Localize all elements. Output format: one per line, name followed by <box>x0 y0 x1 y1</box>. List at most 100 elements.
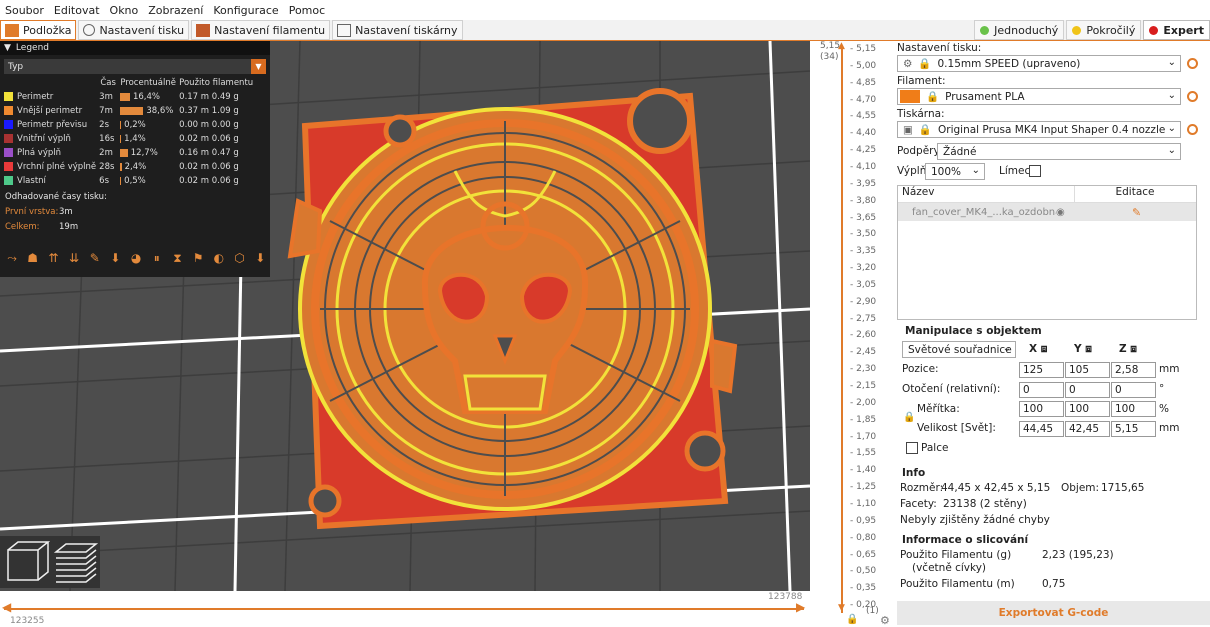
menu-edit[interactable]: Editovat <box>49 4 105 17</box>
mode-simple[interactable]: Jednoduchý <box>974 20 1065 40</box>
legend-row[interactable]: Vnější perimetr 7m 38,6% 0.37 m 1.09 g <box>4 104 256 118</box>
filament-value: Prusament PLA <box>945 90 1025 103</box>
position-y-input[interactable]: 105 <box>1065 362 1110 378</box>
horizontal-slider[interactable]: ◀ ▶ 123255 123788 <box>0 591 838 626</box>
legend-row-len: 0.16 m <box>179 148 210 158</box>
printer-edit-icon[interactable] <box>1187 124 1198 135</box>
coordinate-mode-combo[interactable]: Světové souřadnice ⌄ <box>902 341 1016 358</box>
menu-view[interactable]: Zobrazení <box>143 4 208 17</box>
scale-label: Měřítka: <box>917 403 960 415</box>
tab-plater[interactable]: Podložka <box>0 20 77 40</box>
color-changes-icon[interactable]: ◕ <box>128 250 144 266</box>
chevron-down-icon: ▼ <box>251 59 266 74</box>
axis-z-icon[interactable]: ⧈ <box>1130 343 1137 355</box>
ruler-tick-label: - 2,30 <box>850 364 877 375</box>
eye-icon[interactable]: ◉ <box>1056 207 1076 218</box>
wipe-icon[interactable]: ☗ <box>25 250 41 266</box>
shells-icon[interactable]: ◐ <box>211 250 227 266</box>
first-layer-label: První vrstva: <box>5 207 59 217</box>
plater-icon <box>5 23 19 37</box>
layers-view-icon[interactable] <box>53 543 99 583</box>
axis-x-icon[interactable]: ⧈ <box>1041 343 1048 355</box>
filament-combo[interactable]: 🔒 Prusament PLA ⌄ <box>897 88 1181 105</box>
legend-download-icon[interactable]: ⬇ <box>252 250 268 266</box>
mode-expert[interactable]: Expert <box>1143 20 1210 40</box>
ruler-tick-label: - 0,35 <box>850 583 877 594</box>
mode-simple-label: Jednoduchý <box>994 23 1059 37</box>
legend-row[interactable]: Vlastní 6s 0,5% 0.02 m 0.06 g <box>4 174 256 188</box>
pause-prints-icon[interactable]: ⏸ <box>149 250 165 266</box>
percent-bar <box>120 134 122 143</box>
custom-gcodes-icon[interactable]: ⧗ <box>170 250 186 266</box>
tab-print-settings[interactable]: Nastavení tisku <box>78 20 190 40</box>
tool-marker-icon[interactable]: ⬡ <box>232 250 248 266</box>
inches-checkbox[interactable] <box>906 442 918 454</box>
tab-filament-settings[interactable]: Nastavení filamentu <box>191 20 331 40</box>
position-x-input[interactable]: 125 <box>1019 362 1064 378</box>
printer-combo[interactable]: ▣ 🔒 Original Prusa MK4 Input Shaper 0.4 … <box>897 121 1181 138</box>
menu-window[interactable]: Okno <box>105 4 144 17</box>
tool-changes-icon[interactable]: ⬇ <box>107 250 123 266</box>
slider-track <box>4 608 804 610</box>
retractions-icon[interactable]: ⇈ <box>45 250 61 266</box>
position-z-input[interactable]: 2,58 <box>1111 362 1156 378</box>
supports-combo[interactable]: Žádné ⌄ <box>937 143 1181 160</box>
feature-toggle-bar: ⤳ ☗ ⇈ ⇊ ✎ ⬇ ◕ ⏸ ⧗ ⚑ ◐ ⬡ ⬇ <box>4 250 273 266</box>
size-x-input[interactable]: 44,45 <box>1019 421 1064 437</box>
print-settings-combo[interactable]: ⚙ 🔒 0.15mm SPEED (upraveno) ⌄ <box>897 55 1181 72</box>
axis-x-label: X ⧈ <box>1029 343 1047 356</box>
ruler-bottom-handle-icon[interactable]: ▼ <box>838 603 845 613</box>
seams-icon[interactable]: ✎ <box>87 250 103 266</box>
object-list-item[interactable]: fan_cover_MK4_...ka_ozdobna.stl ◉ ✎ <box>898 203 1196 221</box>
percent-bar <box>120 176 122 185</box>
axis-y-icon[interactable]: ⧈ <box>1085 343 1092 355</box>
3d-view-icon[interactable] <box>7 541 51 581</box>
menu-configuration[interactable]: Konfigurace <box>208 4 283 17</box>
scale-x-input[interactable]: 100 <box>1019 401 1064 417</box>
scale-z-input[interactable]: 100 <box>1111 401 1156 417</box>
tab-printer-settings[interactable]: Nastavení tiskárny <box>332 20 463 40</box>
travel-icon[interactable]: ⤳ <box>4 250 20 266</box>
legend-header[interactable]: ▼ Legend <box>0 41 270 55</box>
legend-row-time: 3m <box>99 92 113 102</box>
filament-edit-icon[interactable] <box>1187 91 1198 102</box>
ruler-tick-label: - 0,95 <box>850 515 877 526</box>
legend-row-weight: 0.06 g <box>211 134 239 144</box>
edit-icon[interactable]: ✎ <box>1132 206 1141 219</box>
infill-combo[interactable]: 100% ⌄ <box>925 163 985 180</box>
scale-y-input[interactable]: 100 <box>1065 401 1110 417</box>
legend-row[interactable]: Plná výplň 2m 12,7% 0.16 m 0.47 g <box>4 146 256 160</box>
size-y-input[interactable]: 42,45 <box>1065 421 1110 437</box>
legend-row[interactable]: Vrchní plné výplně 28s 2,4% 0.02 m 0.06 … <box>4 160 256 174</box>
filament-color-swatch[interactable] <box>900 90 920 103</box>
slider-left-arrow-icon[interactable]: ◀ <box>2 600 11 614</box>
ruler-top-handle-icon[interactable]: ▲ <box>838 41 845 51</box>
rotation-x-input[interactable]: 0 <box>1019 382 1064 398</box>
rotation-y-input[interactable]: 0 <box>1065 382 1110 398</box>
layer-slider[interactable]: 5,15 (34) ▲ ▼ - 5,15- 5,00- 4,85- 4,70- … <box>810 41 897 627</box>
legend-row[interactable]: Perimetr 3m 16,4% 0.17 m 0.49 g <box>4 90 256 104</box>
brim-checkbox[interactable] <box>1029 165 1041 177</box>
legend-row[interactable]: Perimetr převisu 2s 0,2% 0.00 m 0.00 g <box>4 118 256 132</box>
size-z-input[interactable]: 5,15 <box>1111 421 1156 437</box>
slider-right-arrow-icon[interactable]: ▶ <box>796 600 805 614</box>
scale-lock-icon[interactable]: 🔒 <box>903 412 915 423</box>
rotation-z-input[interactable]: 0 <box>1111 382 1156 398</box>
ruler-tick-label: - 3,50 <box>850 229 877 240</box>
mode-advanced[interactable]: Pokročilý <box>1066 20 1142 40</box>
view-type-select[interactable]: Typ ▼ <box>4 59 266 74</box>
color-swatch <box>4 162 13 171</box>
print-settings-edit-icon[interactable] <box>1187 58 1198 69</box>
legend-row[interactable]: Vnitřní výplň 16s 1,4% 0.02 m 0.06 g <box>4 132 256 146</box>
lock-icon[interactable]: 🔒 <box>846 614 858 625</box>
position-label: Pozice: <box>902 363 939 375</box>
export-gcode-button[interactable]: Exportovat G-code <box>897 601 1210 625</box>
menu-file[interactable]: Soubor <box>0 4 49 17</box>
settings-gear-icon[interactable]: ⚙ <box>880 614 890 627</box>
filament-label: Filament: <box>897 75 946 87</box>
center-of-gravity-icon[interactable]: ⚑ <box>190 250 206 266</box>
menu-help[interactable]: Pomoc <box>284 4 330 17</box>
deretractions-icon[interactable]: ⇊ <box>66 250 82 266</box>
lock-small-icon: 🔒 <box>918 124 932 136</box>
mode-expert-dot <box>1149 25 1159 35</box>
